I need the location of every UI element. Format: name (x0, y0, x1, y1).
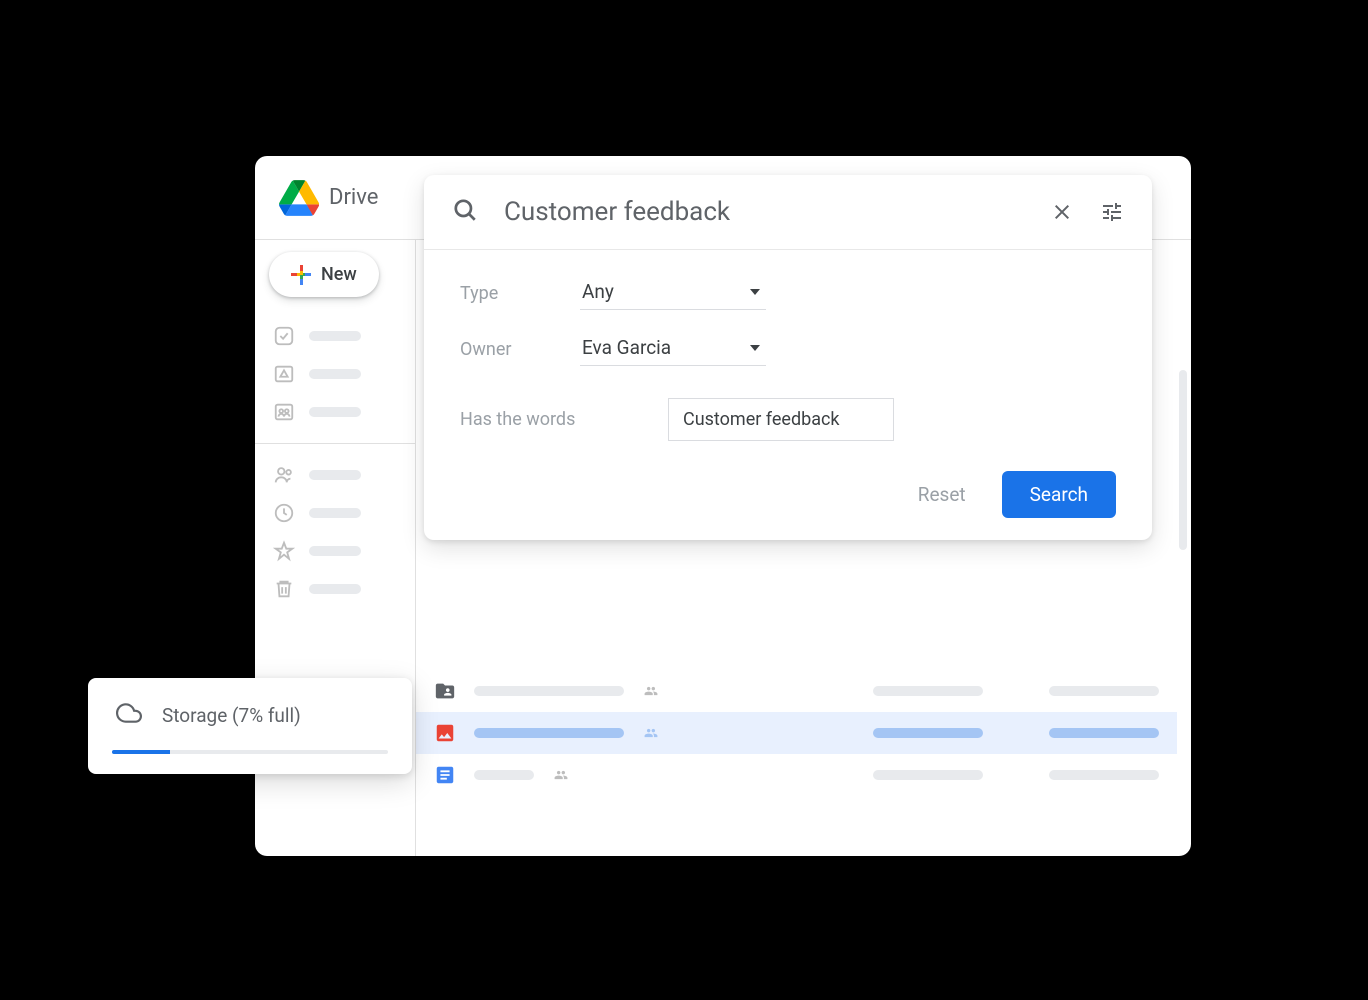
sidebar-item-shared[interactable] (269, 456, 401, 494)
storage-card[interactable]: Storage (7% full) (88, 678, 412, 774)
sidebar: New (255, 240, 415, 620)
storage-progress-fill (112, 750, 170, 754)
sidebar-item-trash[interactable] (269, 570, 401, 608)
storage-label: Storage (7% full) (162, 704, 301, 727)
new-button-label: New (321, 264, 357, 285)
new-button[interactable]: New (269, 252, 379, 297)
drive-logo-icon (279, 180, 319, 216)
filter-owner-value: Eva Garcia (582, 336, 671, 359)
people-icon (642, 726, 660, 740)
filter-owner-label: Owner (460, 339, 580, 360)
filter-owner: Owner Eva Garcia (460, 332, 1116, 366)
people-icon (273, 464, 295, 486)
docs-icon (434, 764, 456, 786)
filter-type: Type Any (460, 276, 1116, 310)
reset-button[interactable]: Reset (918, 483, 966, 506)
cloud-icon (112, 700, 146, 730)
file-col-placeholder (1049, 728, 1159, 738)
chevron-down-icon (750, 345, 760, 351)
sidebar-item-recent[interactable] (269, 494, 401, 532)
sidebar-item-starred[interactable] (269, 532, 401, 570)
search-filters: Type Any Owner Eva Garcia Has the words (424, 250, 1152, 471)
file-name-placeholder (474, 686, 624, 696)
drive-logo[interactable]: Drive (279, 180, 378, 216)
search-button[interactable]: Search (1002, 471, 1116, 518)
filter-type-label: Type (460, 283, 580, 304)
nav-divider (255, 443, 415, 444)
search-header: Customer feedback (424, 175, 1152, 250)
search-actions: Reset Search (424, 471, 1152, 540)
nav-label-placeholder (309, 369, 361, 379)
close-icon[interactable] (1050, 200, 1074, 224)
storage-header: Storage (7% full) (112, 700, 388, 730)
check-square-icon (273, 325, 295, 347)
file-row[interactable] (416, 712, 1177, 754)
file-name-placeholder (474, 770, 534, 780)
file-list (416, 670, 1177, 796)
filter-type-select[interactable]: Any (580, 276, 766, 310)
search-panel: Customer feedback Type Any Owner Eva Gar… (424, 175, 1152, 540)
folder-shared-icon (434, 680, 456, 702)
chevron-down-icon (750, 289, 760, 295)
people-icon (642, 684, 660, 698)
nav-list-2 (269, 456, 401, 608)
search-input[interactable]: Customer feedback (504, 197, 1024, 227)
file-name-placeholder (474, 728, 624, 738)
storage-progress (112, 750, 388, 754)
trash-icon (273, 578, 295, 600)
file-col-placeholder (1049, 686, 1159, 696)
file-col-placeholder (1049, 770, 1159, 780)
star-icon (273, 540, 295, 562)
file-row[interactable] (416, 670, 1177, 712)
sidebar-item-mydrive[interactable] (269, 355, 401, 393)
filter-words-input[interactable] (668, 398, 894, 441)
filter-words-label: Has the words (460, 409, 620, 430)
file-col-placeholder (873, 728, 983, 738)
app-name: Drive (329, 185, 378, 210)
shared-drives-icon (273, 401, 295, 423)
clock-icon (273, 502, 295, 524)
nav-label-placeholder (309, 584, 361, 594)
file-col-placeholder (873, 770, 983, 780)
nav-list (269, 317, 401, 431)
people-icon (552, 768, 570, 782)
plus-icon (291, 265, 311, 285)
file-row[interactable] (416, 754, 1177, 796)
drive-icon (273, 363, 295, 385)
sidebar-item-priority[interactable] (269, 317, 401, 355)
tune-icon[interactable] (1100, 200, 1124, 224)
filter-owner-select[interactable]: Eva Garcia (580, 332, 766, 366)
file-col-placeholder (873, 686, 983, 696)
image-icon (434, 722, 456, 744)
sidebar-item-shared-drives[interactable] (269, 393, 401, 431)
filter-words: Has the words (460, 398, 1116, 441)
search-icon[interactable] (452, 197, 478, 227)
nav-label-placeholder (309, 508, 361, 518)
nav-label-placeholder (309, 546, 361, 556)
scrollbar[interactable] (1179, 370, 1187, 550)
nav-label-placeholder (309, 470, 361, 480)
nav-label-placeholder (309, 331, 361, 341)
filter-type-value: Any (582, 280, 614, 303)
nav-label-placeholder (309, 407, 361, 417)
